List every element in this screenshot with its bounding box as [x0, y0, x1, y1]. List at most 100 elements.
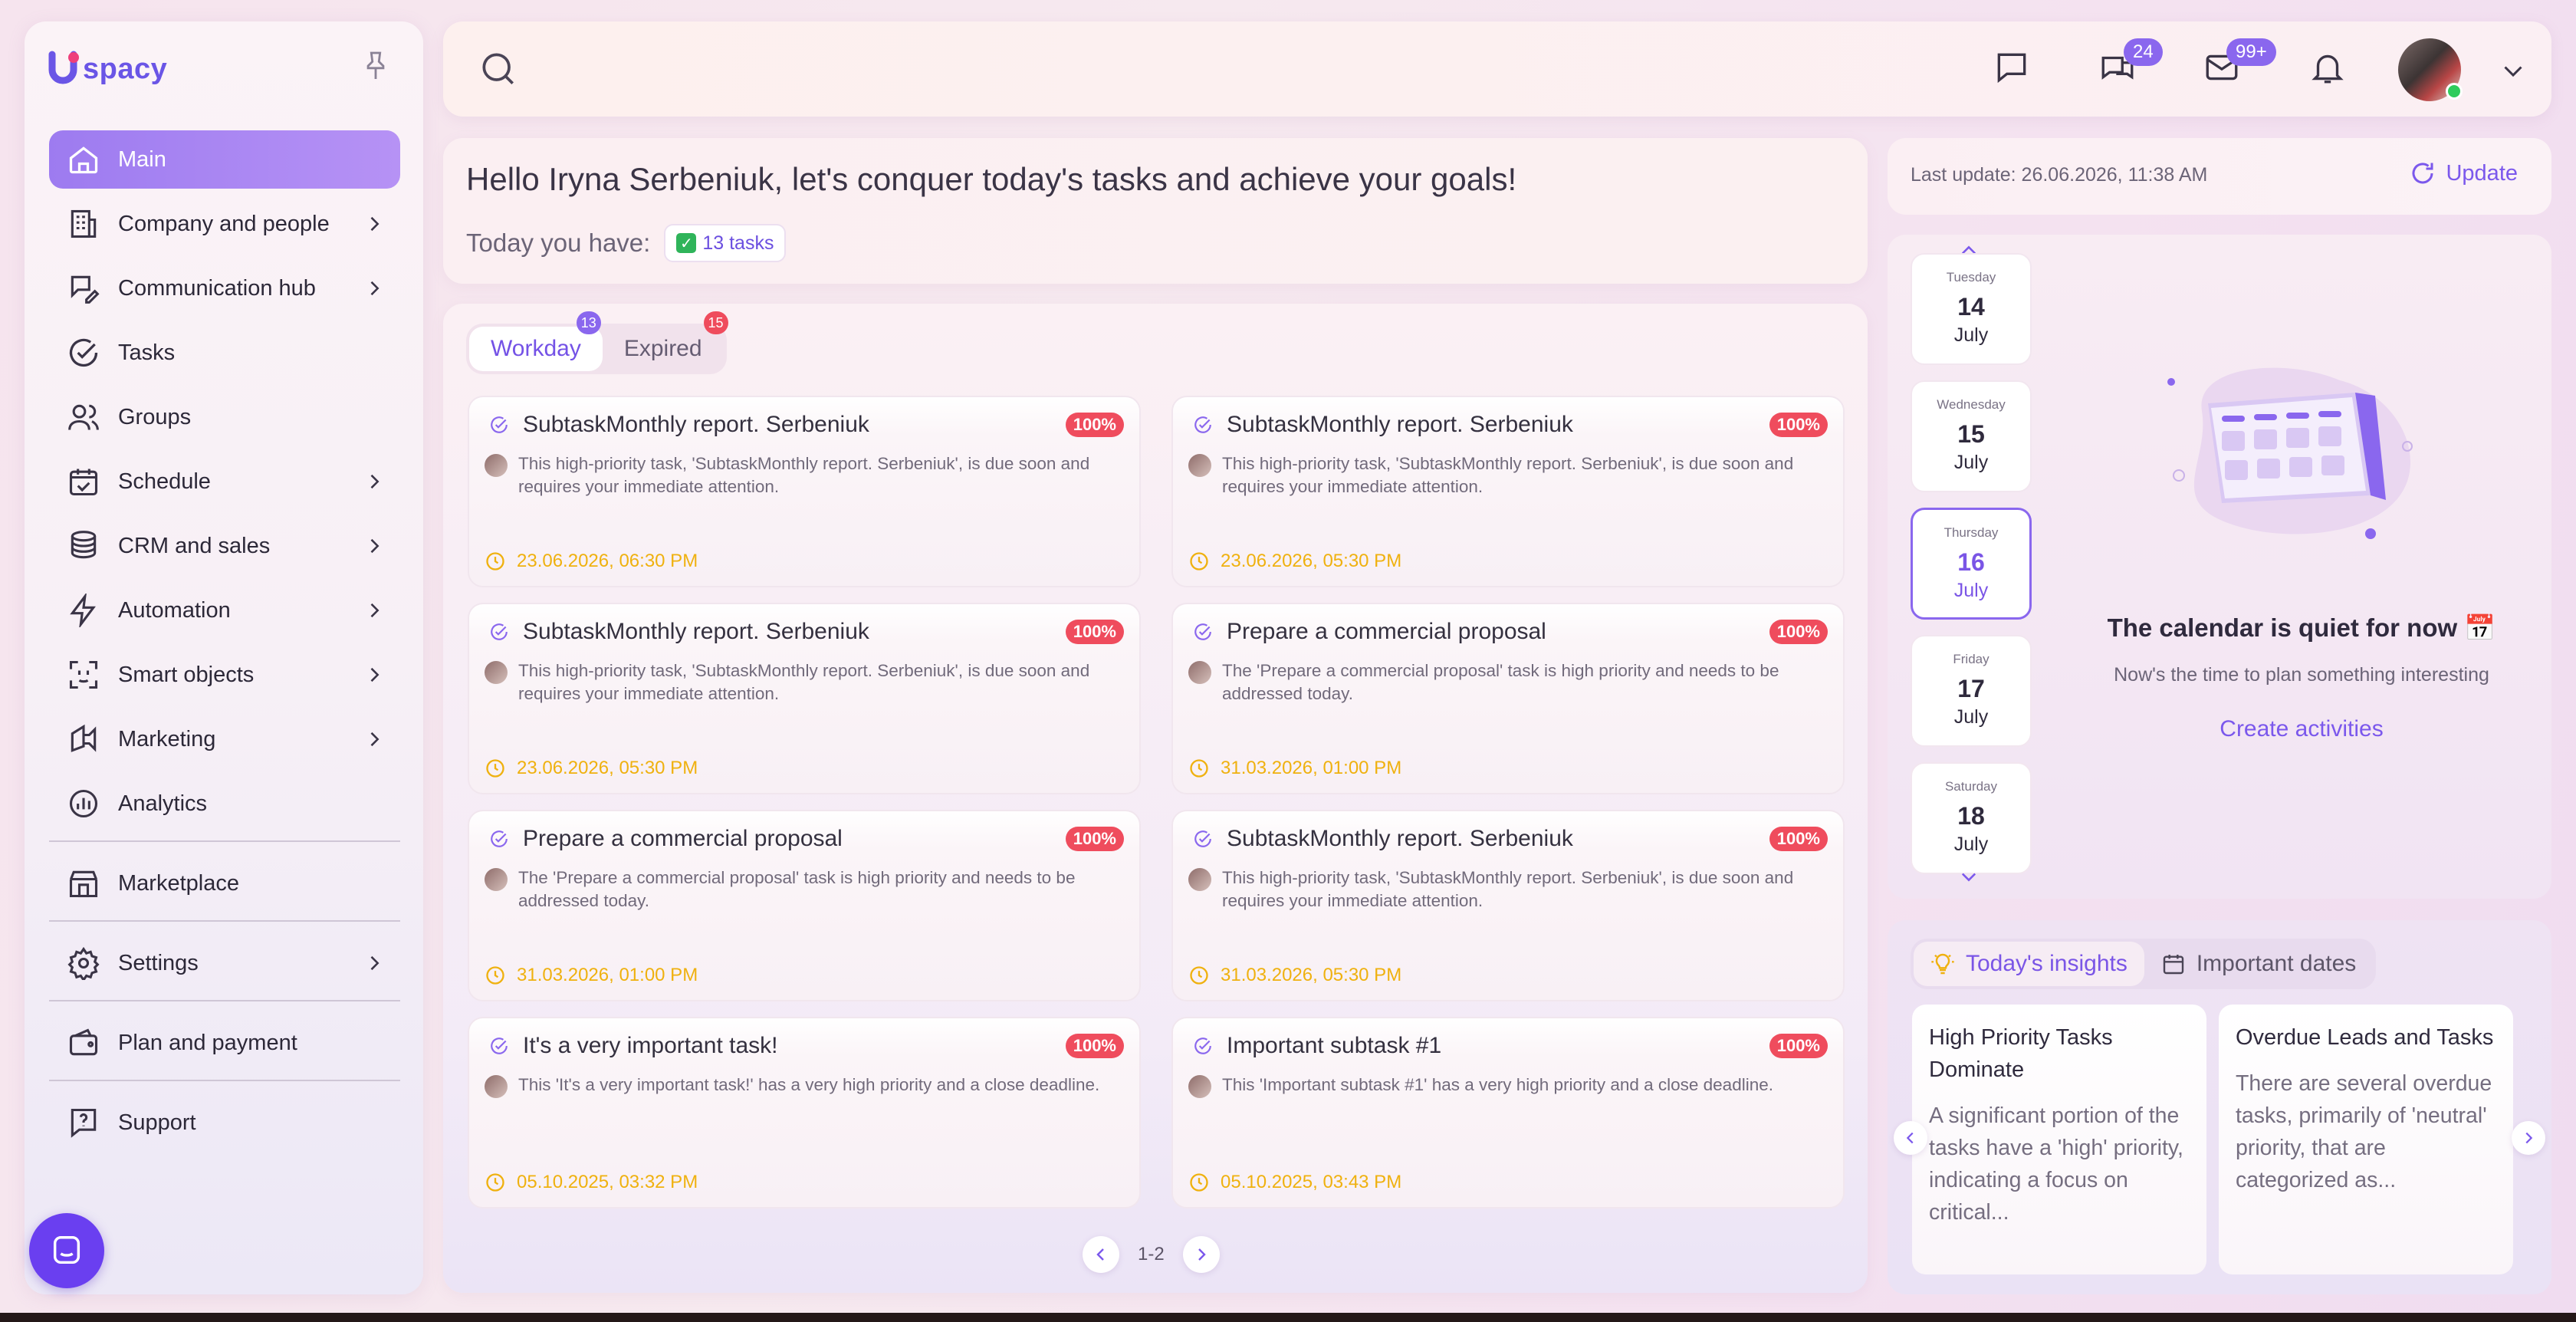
update-button-label: Update	[2446, 160, 2518, 186]
users-icon	[66, 400, 101, 435]
task-card[interactable]: SubtaskMonthly report. Serbeniuk 100% This…	[1171, 810, 1845, 1001]
sidebar-item-smart-objects[interactable]: Smart objects	[49, 646, 400, 704]
task-deadline-text: 23.06.2026, 05:30 PM	[517, 758, 698, 778]
pin-icon[interactable]	[359, 49, 393, 83]
sidebar-item-communication[interactable]: Communication hub	[49, 259, 400, 317]
task-card[interactable]: Prepare a commercial proposal 100% The 'Pr…	[468, 810, 1141, 1001]
sidebar-nav: Main Company and people Communication hu…	[49, 130, 400, 1158]
chevron-right-icon	[370, 281, 380, 296]
insight-title: High Priority Tasks Dominate	[1929, 1025, 2113, 1082]
days-down-button[interactable]	[1952, 865, 1986, 888]
insights-next-button[interactable]	[2512, 1121, 2545, 1155]
task-card-header: SubtaskMonthly report. Serbeniuk	[1193, 409, 1828, 440]
building-icon	[66, 206, 101, 242]
task-description: The 'Prepare a commercial proposal' task…	[1222, 661, 1779, 703]
sidebar-item-schedule[interactable]: Schedule	[49, 452, 400, 511]
task-title: It's a very important task!	[523, 1033, 778, 1058]
task-title: Prepare a commercial proposal	[523, 826, 843, 851]
task-card[interactable]: Prepare a commercial proposal 100% The 'Pr…	[1171, 603, 1845, 794]
message-icon[interactable]	[1989, 44, 2035, 90]
assignee-avatar	[1188, 454, 1211, 477]
prev-page-button[interactable]	[1083, 1236, 1119, 1273]
sidebar-item-groups[interactable]: Groups	[49, 388, 400, 446]
task-tabs: Workday 13 Expired 15	[466, 311, 728, 374]
assignee-avatar	[485, 661, 508, 684]
tab-workday[interactable]: Workday 13	[469, 311, 603, 371]
chevron-down-icon[interactable]	[2499, 57, 2527, 84]
sidebar-item-label: Marketplace	[118, 870, 239, 896]
tab-important-dates[interactable]: Important dates	[2144, 942, 2373, 986]
task-progress-badge: 100%	[1065, 620, 1124, 644]
day-number: 18	[1957, 802, 1985, 830]
calendar-day[interactable]: Tuesday 14 July	[1911, 253, 2032, 365]
task-card[interactable]: SubtaskMonthly report. Serbeniuk 100% This…	[468, 396, 1141, 587]
calendar-day[interactable]: Wednesday 15 July	[1911, 380, 2032, 492]
insight-card[interactable]: High Priority Tasks Dominate A significa…	[1912, 1005, 2206, 1274]
task-deadline: 23.06.2026, 05:30 PM	[485, 758, 698, 779]
day-number: 16	[1957, 548, 1985, 576]
chat-widget-icon	[53, 1236, 80, 1264]
insight-card[interactable]: Overdue Leads and Tasks There are severa…	[2219, 1005, 2513, 1274]
today-summary: Today you have: ✓ 13 tasks	[466, 224, 787, 262]
tasks-panel: Workday 13 Expired 15 SubtaskMonthly rep…	[443, 304, 1868, 1293]
sidebar-item-crm[interactable]: CRM and sales	[49, 517, 400, 575]
task-check-icon	[491, 830, 508, 847]
clock-icon	[486, 759, 504, 778]
tab-label: Workday	[491, 336, 581, 361]
sidebar-item-label: Marketing	[118, 726, 216, 751]
task-card[interactable]: SubtaskMonthly report. Serbeniuk 100% This…	[468, 603, 1141, 794]
chart-circle-icon	[66, 786, 101, 821]
sidebar-item-plan[interactable]: Plan and payment	[49, 1014, 400, 1072]
day-month: July	[1953, 452, 1989, 473]
sidebar-item-main[interactable]: Main	[49, 130, 400, 189]
check-mark-icon: ✓	[676, 233, 697, 253]
sidebar-item-analytics[interactable]: Analytics	[49, 774, 400, 833]
sidebar-item-company[interactable]: Company and people	[49, 195, 400, 253]
scan-face-icon	[66, 657, 101, 692]
task-card-grid: SubtaskMonthly report. Serbeniuk 100% This…	[468, 396, 1845, 1209]
sidebar-item-marketing[interactable]: Marketing	[49, 710, 400, 768]
tab-todays-insights[interactable]: Today's insights	[1914, 942, 2144, 986]
task-description: This high-priority task, 'SubtaskMonthly…	[518, 454, 1090, 496]
sidebar-item-tasks[interactable]: Tasks	[49, 324, 400, 382]
task-description: The 'Prepare a commercial proposal' task…	[518, 868, 1076, 910]
day-number: 17	[1957, 675, 1985, 702]
tasks-count-chip[interactable]: ✓ 13 tasks	[664, 224, 787, 262]
page-indicator: 1-2	[1138, 1244, 1165, 1264]
sidebar-item-support[interactable]: Support	[49, 1093, 400, 1152]
clock-icon	[1190, 552, 1208, 571]
update-button[interactable]: Update	[2409, 159, 2518, 187]
insights-prev-button[interactable]	[1894, 1121, 1927, 1155]
create-activities-link[interactable]: Create activities	[2072, 716, 2532, 742]
task-card-header: Important subtask #1	[1193, 1031, 1828, 1061]
chevron-right-icon	[370, 732, 380, 747]
task-deadline-text: 31.03.2026, 05:30 PM	[1221, 965, 1402, 985]
sidebar-item-settings[interactable]: Settings	[49, 934, 400, 992]
live-chat-button[interactable]	[29, 1213, 104, 1288]
gear-icon	[66, 945, 101, 981]
task-card[interactable]: SubtaskMonthly report. Serbeniuk 100% This…	[1171, 396, 1845, 587]
task-card[interactable]: It's a very important task! 100% This 'It'…	[468, 1017, 1141, 1209]
calendar-day[interactable]: Thursday 16 July	[1911, 508, 2032, 620]
sidebar-divider	[49, 1000, 400, 1001]
tab-expired[interactable]: Expired 15	[603, 311, 728, 371]
chevron-left-icon	[1096, 1248, 1104, 1261]
day-number: 14	[1957, 293, 1985, 321]
brand-logo[interactable]: spacy	[48, 48, 167, 90]
task-card-header: It's a very important task!	[489, 1031, 1124, 1061]
task-card[interactable]: Important subtask #1 100% This 'Important …	[1171, 1017, 1845, 1209]
calendar-day[interactable]: Saturday 18 July	[1911, 762, 2032, 874]
sidebar-item-automation[interactable]: Automation	[49, 581, 400, 640]
calendar-day[interactable]: Friday 17 July	[1911, 635, 2032, 747]
task-check-icon	[1194, 623, 1211, 640]
next-page-button[interactable]	[1182, 1236, 1220, 1273]
bell-icon[interactable]	[2305, 44, 2351, 90]
task-card-header: Prepare a commercial proposal	[489, 824, 1124, 854]
sidebar-item-label: CRM and sales	[118, 533, 271, 558]
sidebar-item-marketplace[interactable]: Marketplace	[49, 854, 400, 913]
task-deadline: 23.06.2026, 06:30 PM	[485, 551, 698, 572]
sidebar: spacy Main Company and people Communicat…	[25, 21, 423, 1294]
greeting-title: Hello Iryna Serbeniuk, let's conquer tod…	[466, 161, 1517, 197]
sidebar-item-label: Tasks	[118, 340, 176, 365]
search-icon[interactable]	[477, 48, 520, 90]
